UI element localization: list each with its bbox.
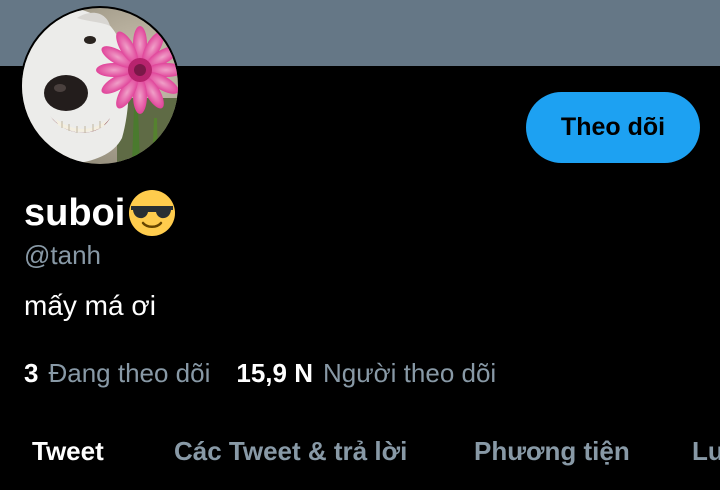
profile-tabs: Tweet Các Tweet & trả lời Phương tiện Lu — [0, 420, 720, 482]
smiling-face-with-sunglasses-icon — [127, 188, 177, 238]
tab-media[interactable]: Phương tiện — [474, 434, 630, 468]
profile-stats: 3 Đang theo dõi 15,9 N Người theo dõi — [24, 356, 522, 390]
display-name: suboi — [24, 188, 177, 238]
following-label: Đang theo dõi — [48, 358, 211, 388]
followers-count: 15,9 N — [236, 358, 313, 388]
tab-tweets-and-replies[interactable]: Các Tweet & trả lời — [174, 434, 407, 468]
profile-avatar[interactable] — [20, 6, 180, 166]
following-count: 3 — [24, 358, 39, 388]
avatar-dog-photo — [22, 8, 178, 164]
tab-likes[interactable]: Lu — [692, 434, 720, 468]
following-stat[interactable]: 3 Đang theo dõi — [24, 356, 210, 390]
profile-bio: mấy má ơi — [24, 290, 156, 321]
followers-stat[interactable]: 15,9 N Người theo dõi — [236, 356, 496, 390]
display-name-text: suboi — [24, 192, 126, 234]
follow-button[interactable]: Theo dõi — [526, 92, 700, 163]
tab-tweets[interactable]: Tweet — [32, 434, 104, 468]
followers-label: Người theo dõi — [322, 358, 497, 388]
profile-handle: @tanh — [24, 240, 101, 270]
